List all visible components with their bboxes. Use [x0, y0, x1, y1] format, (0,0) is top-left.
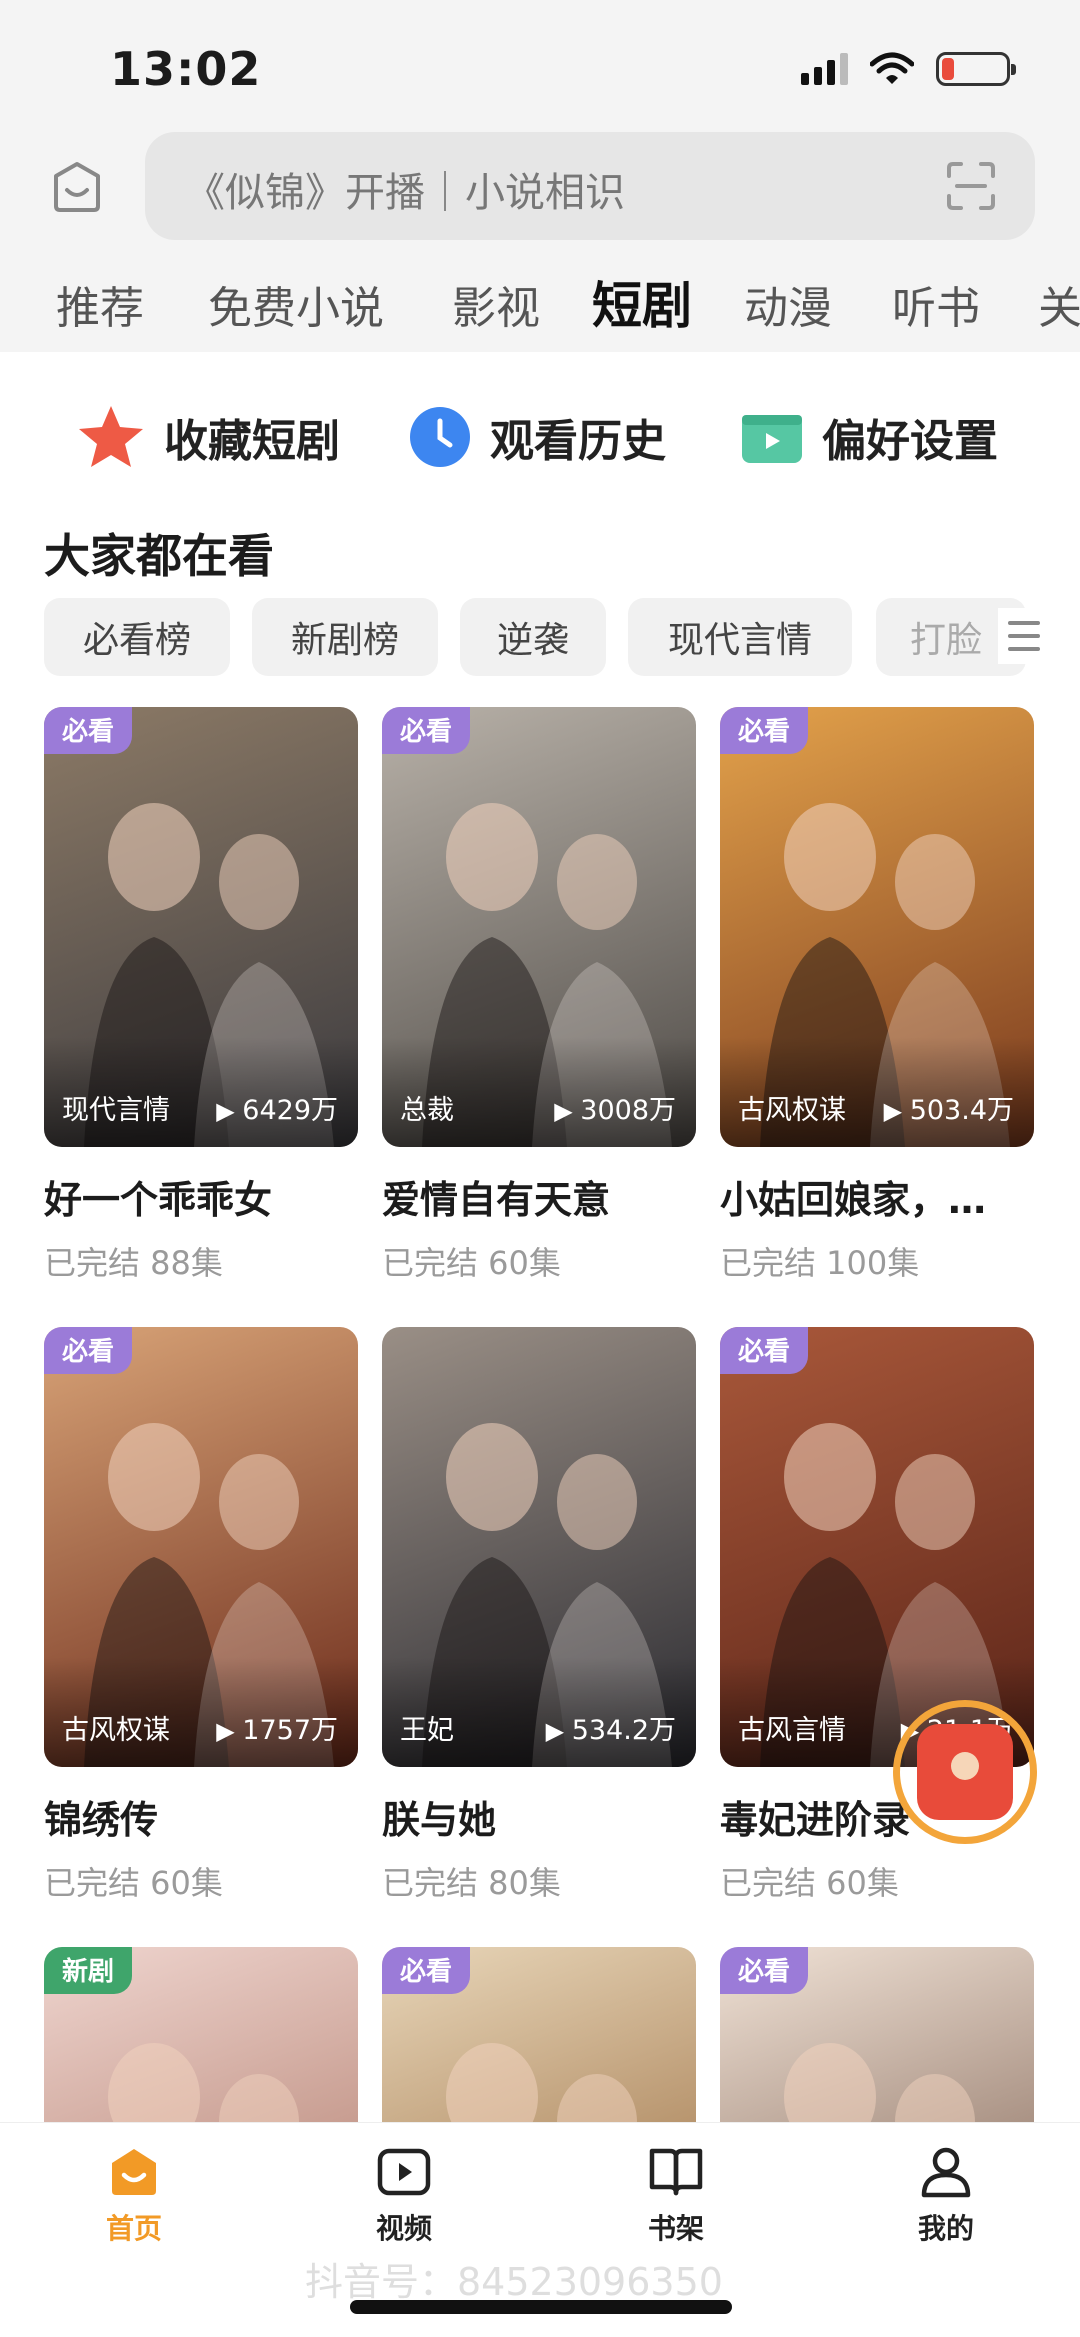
- drama-title[interactable]: 朕与她: [382, 1789, 682, 1844]
- drama-card[interactable]: 必看古风权谋 503.4万小姑回娘家，… 已完结 100集: [720, 707, 1034, 1284]
- search-input[interactable]: 《似锦》开播｜小说相识: [145, 132, 1035, 240]
- star-icon: [79, 406, 143, 467]
- home-indicator: [350, 2300, 732, 2314]
- status-time: 13:02: [110, 42, 262, 96]
- drama-badge: 必看: [720, 1327, 809, 1374]
- nav-home-label: 首页: [105, 2212, 162, 2245]
- drama-badge: 必看: [382, 707, 471, 754]
- drama-badge: 必看: [44, 707, 133, 754]
- tab-audiobooks[interactable]: 听书: [892, 272, 980, 336]
- tab-short-drama[interactable]: 短剧: [592, 266, 692, 338]
- tab-follow[interactable]: 关: [1038, 272, 1080, 336]
- drama-card[interactable]: 必看总裁 3008万爱情自有天意已完结 60集: [382, 707, 696, 1284]
- drama-genre: 古风言情: [738, 1715, 846, 1746]
- quick-actions: 收藏短剧 观看历史 偏好设置: [0, 402, 1080, 502]
- chip-must-watch[interactable]: 必看榜: [44, 598, 230, 676]
- drama-play-count: 503.4万: [884, 1088, 1014, 1127]
- tv-icon: [742, 415, 802, 463]
- nav-bookshelf-label: 书架: [647, 2212, 704, 2245]
- wifi-icon: [870, 52, 914, 84]
- drama-episode-info: 已完结 60集: [44, 1864, 223, 1902]
- filter-chips: 必看榜 新剧榜 逆袭 现代言情 打脸: [0, 598, 1080, 678]
- drama-episode-info: 已完结 80集: [382, 1864, 561, 1902]
- drama-genre: 王妃: [400, 1715, 454, 1746]
- drama-poster[interactable]: 必看总裁 3008万: [382, 707, 696, 1147]
- smile-box-icon: [54, 162, 100, 212]
- face-button[interactable]: [44, 154, 110, 220]
- nav-home[interactable]: 首页: [54, 2141, 214, 2247]
- drama-genre: 总裁: [400, 1095, 454, 1126]
- tab-anime[interactable]: 动漫: [744, 272, 832, 336]
- battery-level: [942, 58, 955, 80]
- nav-video[interactable]: 视频: [324, 2141, 484, 2247]
- favorite-dramas-label: 收藏短剧: [164, 416, 340, 467]
- drama-poster[interactable]: 必看古风权谋 503.4万: [720, 707, 1034, 1147]
- drama-play-count: 1757万: [216, 1708, 338, 1747]
- home-icon: [112, 2149, 156, 2195]
- battery-icon: [936, 52, 1016, 86]
- category-tabs: 推荐 免费小说 影视 短剧 动漫 听书 关: [0, 262, 1080, 352]
- watch-history-button[interactable]: 观看历史: [408, 402, 666, 472]
- drama-poster[interactable]: 王妃 534.2万: [382, 1327, 696, 1767]
- drama-genre: 古风权谋: [738, 1095, 846, 1126]
- drama-badge: 必看: [382, 1947, 471, 1994]
- tab-free-novels[interactable]: 免费小说: [208, 272, 384, 336]
- drama-episode-info: 已完结 88集: [44, 1244, 223, 1282]
- drama-title[interactable]: 好一个乖乖女: [44, 1169, 344, 1224]
- drama-card[interactable]: 必看现代言情 6429万好一个乖乖女已完结 88集: [44, 707, 358, 1284]
- signal-icon: [801, 53, 848, 85]
- drama-genre: 古风权谋: [62, 1715, 170, 1746]
- chip-modern-romance[interactable]: 现代言情: [628, 598, 852, 676]
- search-placeholder: 《似锦》开播｜小说相识: [185, 170, 625, 216]
- drama-card[interactable]: 王妃 534.2万朕与她已完结 80集: [382, 1327, 696, 1904]
- nav-profile-label: 我的: [917, 2212, 974, 2245]
- drama-poster[interactable]: 必看现代言情 6429万: [44, 707, 358, 1147]
- drama-episode-info: 已完结 100集: [720, 1244, 920, 1282]
- drama-episode-info: 已完结 60集: [720, 1864, 899, 1902]
- drama-genre: 现代言情: [62, 1095, 170, 1126]
- nav-profile[interactable]: 我的: [866, 2141, 1026, 2247]
- nav-bookshelf[interactable]: 书架: [596, 2141, 756, 2247]
- chip-comeback[interactable]: 逆袭: [460, 598, 606, 676]
- preference-settings-label: 偏好设置: [822, 416, 998, 467]
- red-packet-icon: [917, 1724, 1013, 1820]
- drama-badge: 必看: [720, 707, 809, 754]
- scan-icon[interactable]: [943, 158, 999, 214]
- drama-poster[interactable]: 必看古风权谋 1757万: [44, 1327, 358, 1767]
- status-bar: 13:02: [0, 0, 1080, 130]
- tab-film-tv[interactable]: 影视: [452, 272, 540, 336]
- tab-recommend[interactable]: 推荐: [56, 272, 144, 336]
- favorite-dramas-button[interactable]: 收藏短剧: [76, 402, 340, 472]
- preference-settings-button[interactable]: 偏好设置: [740, 402, 998, 472]
- bookshelf-icon: [649, 2148, 703, 2196]
- nav-video-label: 视频: [375, 2212, 432, 2245]
- profile-icon: [921, 2147, 971, 2198]
- drama-play-count: 3008万: [554, 1088, 676, 1127]
- drama-badge: 必看: [720, 1947, 809, 1994]
- drama-episode-info: 已完结 60集: [382, 1244, 561, 1282]
- drama-play-count: 534.2万: [546, 1708, 676, 1747]
- drama-title[interactable]: 爱情自有天意: [382, 1169, 682, 1224]
- video-icon: [377, 2148, 431, 2196]
- clock-icon: [410, 407, 470, 467]
- filter-menu-icon[interactable]: [998, 608, 1052, 664]
- drama-play-count: 6429万: [216, 1088, 338, 1127]
- red-packet-button[interactable]: [893, 1700, 1037, 1844]
- status-icons: [801, 52, 1016, 86]
- search-row: 《似锦》开播｜小说相识: [0, 132, 1080, 242]
- drama-badge: 新剧: [44, 1947, 133, 1994]
- chip-new-drama[interactable]: 新剧榜: [252, 598, 438, 676]
- drama-card[interactable]: 必看古风权谋 1757万锦绣传已完结 60集: [44, 1327, 358, 1904]
- drama-poster[interactable]: 必看古风言情21.1万: [720, 1327, 1034, 1767]
- watermark: 抖音号：84523096350: [305, 2260, 723, 2304]
- section-title: 大家都在看: [44, 529, 274, 583]
- drama-badge: 必看: [44, 1327, 133, 1374]
- watch-history-label: 观看历史: [490, 416, 666, 467]
- main-content: 收藏短剧 观看历史 偏好设置 大家都在看 必看榜 新剧榜 逆袭 现代言情 打脸 …: [0, 352, 1080, 2337]
- drama-title[interactable]: 小姑回娘家，…: [720, 1169, 1020, 1224]
- drama-title[interactable]: 锦绣传: [44, 1789, 344, 1844]
